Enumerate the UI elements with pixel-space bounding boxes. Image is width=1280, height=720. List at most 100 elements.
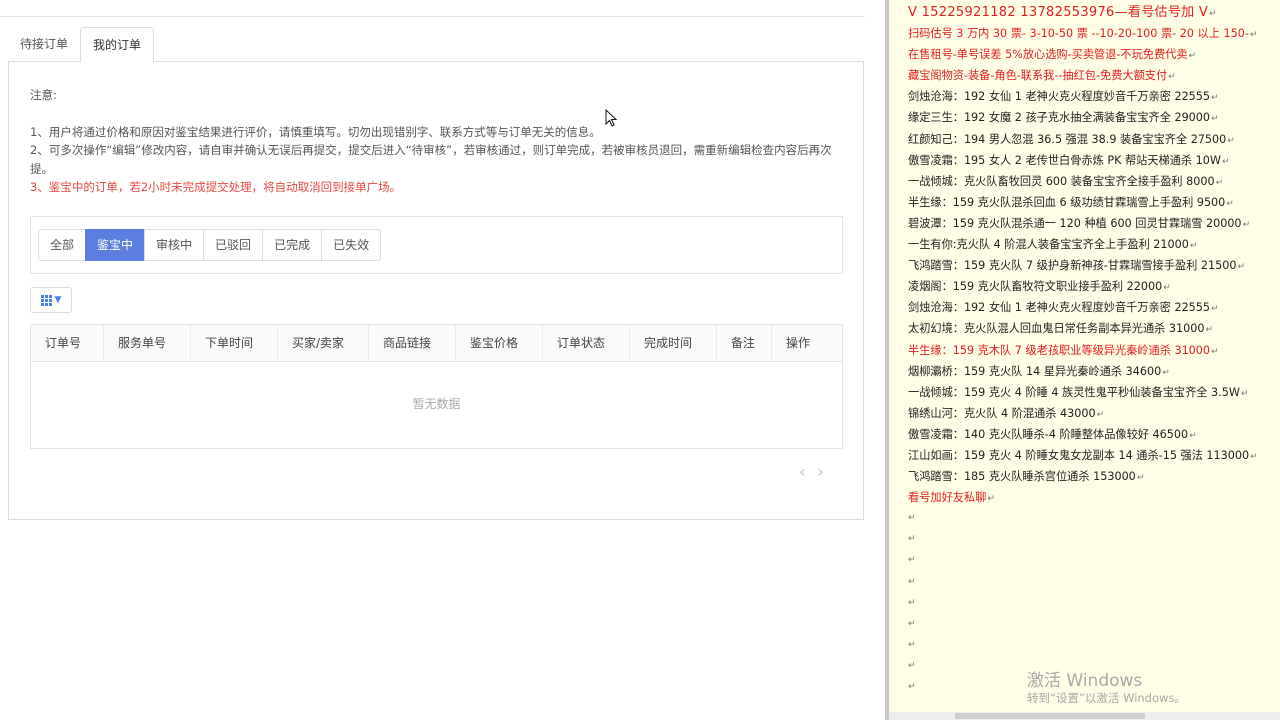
doc-line-text: 烟柳灞桥：159 克火队 14 星异光秦岭通杀 34600 (908, 364, 1162, 378)
paragraph-mark-icon: ↵ (1249, 30, 1258, 41)
paragraph-mark-icon: ↵ (1240, 388, 1249, 399)
notice-line-1: 1、用户将通过价格和原因对鉴宝结果进行评价，请慎重填写。切勿出现错别字、联系方式… (30, 124, 601, 139)
paragraph-mark-icon: ↵ (1096, 409, 1105, 420)
empty-paragraph-mark-icon: ↵ (908, 513, 916, 524)
paragraph-mark-icon: ↵ (1162, 367, 1170, 378)
doc-line: 碧波潭：159 克火队混杀通一 120 种植 600 回灵甘霖瑞雪 20000↵ (908, 213, 1276, 234)
doc-line-text: 江山如画：159 克火 4 阶睡女鬼女龙副本 14 通杀-15 强法 11300… (908, 448, 1250, 462)
doc-line-text: 藏宝阁物资-装备-角色-联系我--抽红包-免费大额支付 (908, 69, 1168, 83)
empty-paragraph-mark-icon: ↵ (908, 534, 916, 545)
tab-pending-orders[interactable]: 待接订单 (8, 27, 80, 61)
paragraph-mark-icon: ↵ (1189, 430, 1197, 441)
th-order-status[interactable]: 订单状态 (543, 325, 630, 361)
doc-line: 锦绣山河：克火队 4 阶混通杀 43000↵ (908, 403, 1276, 424)
doc-line: 一生有你:克火队 4 阶混人装备宝宝齐全上手盈利 21000↵ (908, 234, 1276, 255)
paragraph-mark-icon: ↵ (1136, 473, 1145, 484)
th-buyer-seller[interactable]: 买家/卖家 (278, 325, 369, 361)
doc-line: 看号加好友私聊↵ (908, 487, 1276, 508)
doc-line-text: 飞鸿踏雪：185 克火队睡杀宫位通杀 153000 (908, 470, 1136, 484)
filter-expired-button[interactable]: 已失效 (321, 229, 382, 261)
doc-line: 红颜知己：194 男人忽混 36.5 强混 38.9 装备宝宝齐全 27500↵ (908, 129, 1276, 150)
mouse-cursor-icon (605, 109, 618, 127)
doc-line: 飞鸿踏雪：185 克火队睡杀宫位通杀 153000↵ (908, 466, 1276, 487)
paragraph-mark-icon: ↵ (1237, 262, 1245, 273)
doc-line-text: 碧波潭：159 克火队混杀通一 120 种植 600 回灵甘霖瑞雪 20000 (908, 216, 1242, 230)
filter-all-button[interactable]: 全部 (38, 229, 87, 261)
empty-paragraph-mark-icon: ↵ (908, 639, 916, 650)
filter-rejected-button[interactable]: 已驳回 (203, 229, 264, 261)
paragraph-mark-icon: ↵ (1205, 325, 1214, 336)
doc-line: 太初幻境：克火队混人回血鬼日常任务副本异光通杀 31000↵ (908, 318, 1276, 339)
column-settings-button[interactable]: ▼ (30, 287, 72, 313)
paragraph-mark-icon: ↵ (1221, 156, 1230, 167)
doc-line: 一战倾城：159 克火 4 阶睡 4 族灵性鬼平秒仙装备宝宝齐全 3.5W↵ (908, 382, 1276, 403)
doc-line: 烟柳灞桥：159 克火队 14 星异光秦岭通杀 34600↵ (908, 361, 1276, 382)
doc-line-text: 傲雪凌霜：195 女人 2 老传世白骨赤炼 PK 帮站天梯通杀 10W (908, 153, 1221, 167)
next-page-button[interactable]: › (817, 462, 835, 481)
doc-line: 凌烟阁：159 克火队畜牧符文职业接手盈利 22000↵ (908, 276, 1276, 297)
paragraph-mark-icon: ↵ (1227, 135, 1235, 146)
paragraph-mark-icon: ↵ (1168, 72, 1176, 83)
activate-windows-subtitle: 转到“设置”以激活 Windows。 (1027, 691, 1186, 705)
chevron-down-icon: ▼ (54, 294, 62, 305)
empty-paragraph-mark-icon: ↵ (908, 555, 916, 566)
order-app: 待接订单 我的订单 注意: 1、用户将通过价格和原因对鉴宝结果进行评价，请慎重填… (0, 0, 885, 720)
doc-line: 傲雪凌霜：195 女人 2 老传世白骨赤炼 PK 帮站天梯通杀 10W↵ (908, 150, 1276, 171)
paragraph-mark-icon: ↵ (1188, 51, 1197, 62)
paragraph-mark-icon: ↵ (1226, 198, 1234, 209)
filter-reviewing-button[interactable]: 审核中 (144, 229, 205, 261)
doc-line-text: 缘定三生：192 女魔 2 孩子克水抽全满装备宝宝齐全 29000 (908, 111, 1211, 125)
doc-line-text: 半生缘：159 克火队混杀回血 6 级功绩甘霖瑞雪上手盈利 9500 (908, 195, 1226, 209)
doc-line-text: 在售租号-单号误差 5%放心选购-买卖管退-不玩免费代卖 (908, 48, 1188, 62)
prev-page-button[interactable]: ‹ (799, 462, 817, 481)
doc-line-text: 凌烟阁：159 克火队畜牧符文职业接手盈利 22000 (908, 280, 1163, 294)
th-order-time[interactable]: 下单时间 (191, 325, 278, 361)
document-text: V 15225921182 13782553976—看号估号加 V↵ 扫码估号 3… (908, 2, 1276, 698)
paragraph-mark-icon: ↵ (1211, 114, 1219, 125)
doc-line: 半生缘：159 克木队 7 级老孩职业等级异光秦岭通杀 31000↵ (908, 340, 1276, 361)
paragraph-mark-icon: ↵ (1211, 304, 1219, 315)
empty-paragraph-mark-icon: ↵ (908, 618, 916, 629)
doc-line-text: 红颜知己：194 男人忽混 36.5 强混 38.9 装备宝宝齐全 27500 (908, 132, 1227, 146)
th-actions[interactable]: 操作 (772, 325, 842, 361)
doc-line-text: 一战倾城：159 克火 4 阶睡 4 族灵性鬼平秒仙装备宝宝齐全 3.5W (908, 385, 1240, 399)
notice-title: 注意: (30, 88, 57, 102)
th-service-no[interactable]: 服务单号 (104, 325, 191, 361)
th-complete-time[interactable]: 完成时间 (630, 325, 717, 361)
doc-line: 藏宝阁物资-装备-角色-联系我--抽红包-免费大额支付↵ (908, 65, 1276, 86)
doc-line-text: 看号加好友私聊 (908, 491, 987, 505)
doc-line-text: 扫码估号 3 万内 30 票- 3-10-50 票 --10-20-100 票-… (908, 27, 1249, 41)
filter-completed-button[interactable]: 已完成 (262, 229, 323, 261)
tab-my-orders[interactable]: 我的订单 (80, 27, 155, 63)
doc-line-text: 锦绣山河：克火队 4 阶混通杀 43000 (908, 406, 1096, 420)
th-order-no[interactable]: 订单号 (31, 325, 104, 361)
status-filter-group: 全部 鉴宝中 审核中 已驳回 已完成 已失效 (38, 229, 382, 261)
status-filter-box: 全部 鉴宝中 审核中 已驳回 已完成 已失效 (30, 216, 843, 274)
paragraph-mark-icon: ↵ (1189, 241, 1198, 252)
orders-table: 订单号 服务单号 下单时间 买家/卖家 商品链接 鉴宝价格 订单状态 完成时间 … (30, 324, 843, 449)
table-header: 订单号 服务单号 下单时间 买家/卖家 商品链接 鉴宝价格 订单状态 完成时间 … (31, 325, 842, 362)
doc-line: 剑烛沧海：192 女仙 1 老神火克火程度妙音千万亲密 22555↵ (908, 297, 1276, 318)
filter-appraising-button[interactable]: 鉴宝中 (85, 229, 146, 261)
paragraph-mark-icon: ↵ (1215, 177, 1224, 188)
th-product-link[interactable]: 商品链接 (369, 325, 456, 361)
orders-panel: 注意: 1、用户将通过价格和原因对鉴宝结果进行评价，请慎重填写。切勿出现错别字、… (8, 61, 864, 520)
doc-line: 在售租号-单号误差 5%放心选购-买卖管退-不玩免费代卖↵ (908, 44, 1276, 65)
doc-line: 缘定三生：192 女魔 2 孩子克水抽全满装备宝宝齐全 29000↵ (908, 107, 1276, 128)
order-tabs: 待接订单 我的订单 (8, 27, 155, 63)
paragraph-mark-icon: ↵ (1250, 451, 1258, 462)
paragraph-mark-icon: ↵ (1209, 9, 1217, 19)
doc-line: 一战倾城：克火队畜牧回灵 600 装备宝宝齐全接手盈利 8000↵ (908, 171, 1276, 192)
th-appraisal-price[interactable]: 鉴宝价格 (456, 325, 543, 361)
th-remark[interactable]: 备注 (717, 325, 772, 361)
document-page[interactable]: V 15225921182 13782553976—看号估号加 V↵ 扫码估号 3… (889, 0, 1280, 720)
doc-line-text: V 15225921182 13782553976—看号估号加 V (908, 5, 1209, 20)
doc-line: 剑烛沧海：192 女仙 1 老神火克火程度妙音千万亲密 22555↵ (908, 86, 1276, 107)
doc-line-text: 傲雪凌霜：140 克火队睡杀-4 阶睡整体品像较好 46500 (908, 427, 1189, 441)
horizontal-scrollbar-thumb[interactable] (955, 713, 1145, 719)
paragraph-mark-icon: ↵ (1211, 346, 1219, 357)
empty-paragraph-mark-icon: ↵ (908, 576, 916, 587)
activate-windows-title: 激活 Windows (1027, 671, 1143, 691)
doc-line-text: 剑烛沧海：192 女仙 1 老神火克火程度妙音千万亲密 22555 (908, 90, 1211, 104)
doc-line: 江山如画：159 克火 4 阶睡女鬼女龙副本 14 通杀-15 强法 11300… (908, 445, 1276, 466)
